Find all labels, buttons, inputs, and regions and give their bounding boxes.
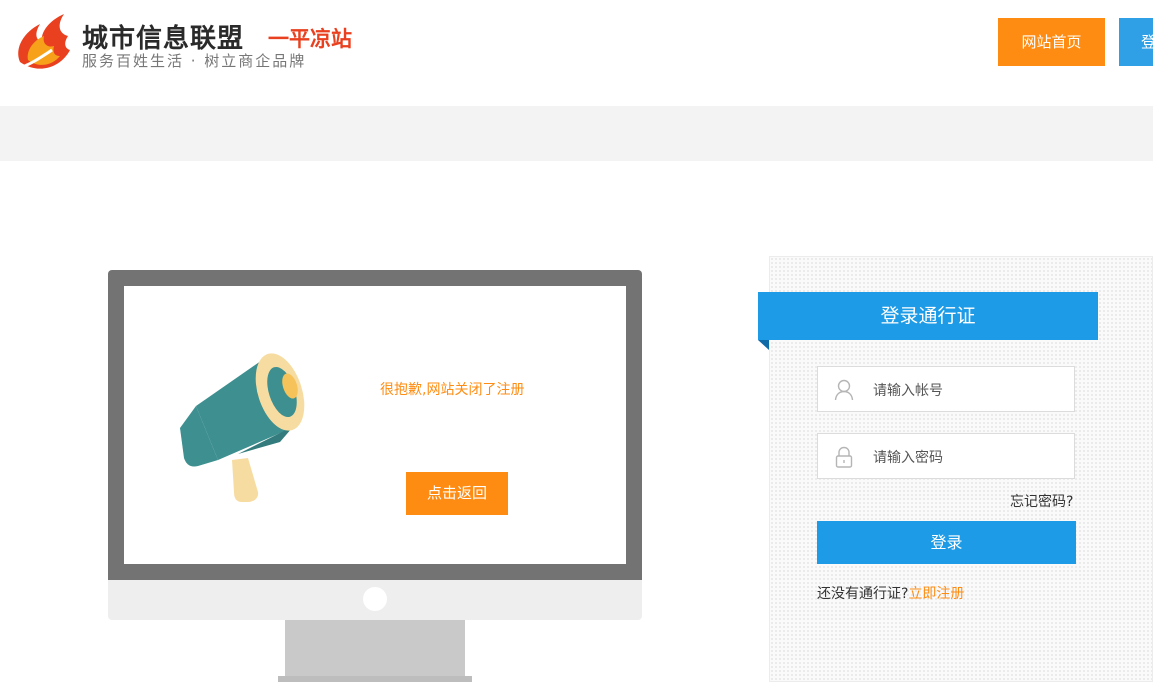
flame-logo-icon xyxy=(17,14,71,70)
register-prompt: 还没有通行证?立即注册 xyxy=(817,583,964,603)
login-button[interactable]: 登录 xyxy=(817,521,1076,564)
megaphone-icon xyxy=(180,353,305,502)
lock-icon xyxy=(835,446,853,468)
site-logo[interactable]: 城市信息联盟 一平凉站 服务百姓生活 · 树立商企品牌 xyxy=(10,8,370,78)
monitor-stand xyxy=(285,620,465,682)
nav-bar xyxy=(0,106,1153,161)
forgot-password-link[interactable]: 忘记密码? xyxy=(1010,491,1073,511)
logo-city: 一平凉站 xyxy=(268,27,352,51)
back-button[interactable]: 点击返回 xyxy=(406,472,508,515)
monitor-stand-base xyxy=(278,676,472,682)
home-button[interactable]: 网站首页 xyxy=(998,18,1105,66)
password-placeholder: 请输入密码 xyxy=(873,450,943,466)
monitor-illustration: 很抱歉,网站关闭了注册 点击返回 xyxy=(108,270,642,620)
no-account-text: 还没有通行证? xyxy=(817,586,909,602)
login-top-button[interactable]: 登 xyxy=(1119,18,1153,66)
page: 城市信息联盟 一平凉站 服务百姓生活 · 树立商企品牌 网站首页 登 很抱歉,网… xyxy=(0,0,1153,682)
username-placeholder: 请输入帐号 xyxy=(873,383,943,399)
monitor-screen: 很抱歉,网站关闭了注册 点击返回 xyxy=(124,286,626,564)
monitor-power-dot xyxy=(363,587,387,611)
register-link[interactable]: 立即注册 xyxy=(908,586,964,602)
notice-message: 很抱歉,网站关闭了注册 xyxy=(380,382,525,398)
logo-slogan: 服务百姓生活 · 树立商企品牌 xyxy=(82,52,307,70)
login-title: 登录通行证 xyxy=(758,292,1098,340)
password-input[interactable]: 请输入密码 xyxy=(817,433,1075,479)
username-input[interactable]: 请输入帐号 xyxy=(817,366,1075,412)
ribbon-fold xyxy=(758,340,769,350)
user-icon xyxy=(834,379,854,401)
header: 城市信息联盟 一平凉站 服务百姓生活 · 树立商企品牌 网站首页 登 xyxy=(0,0,1153,105)
